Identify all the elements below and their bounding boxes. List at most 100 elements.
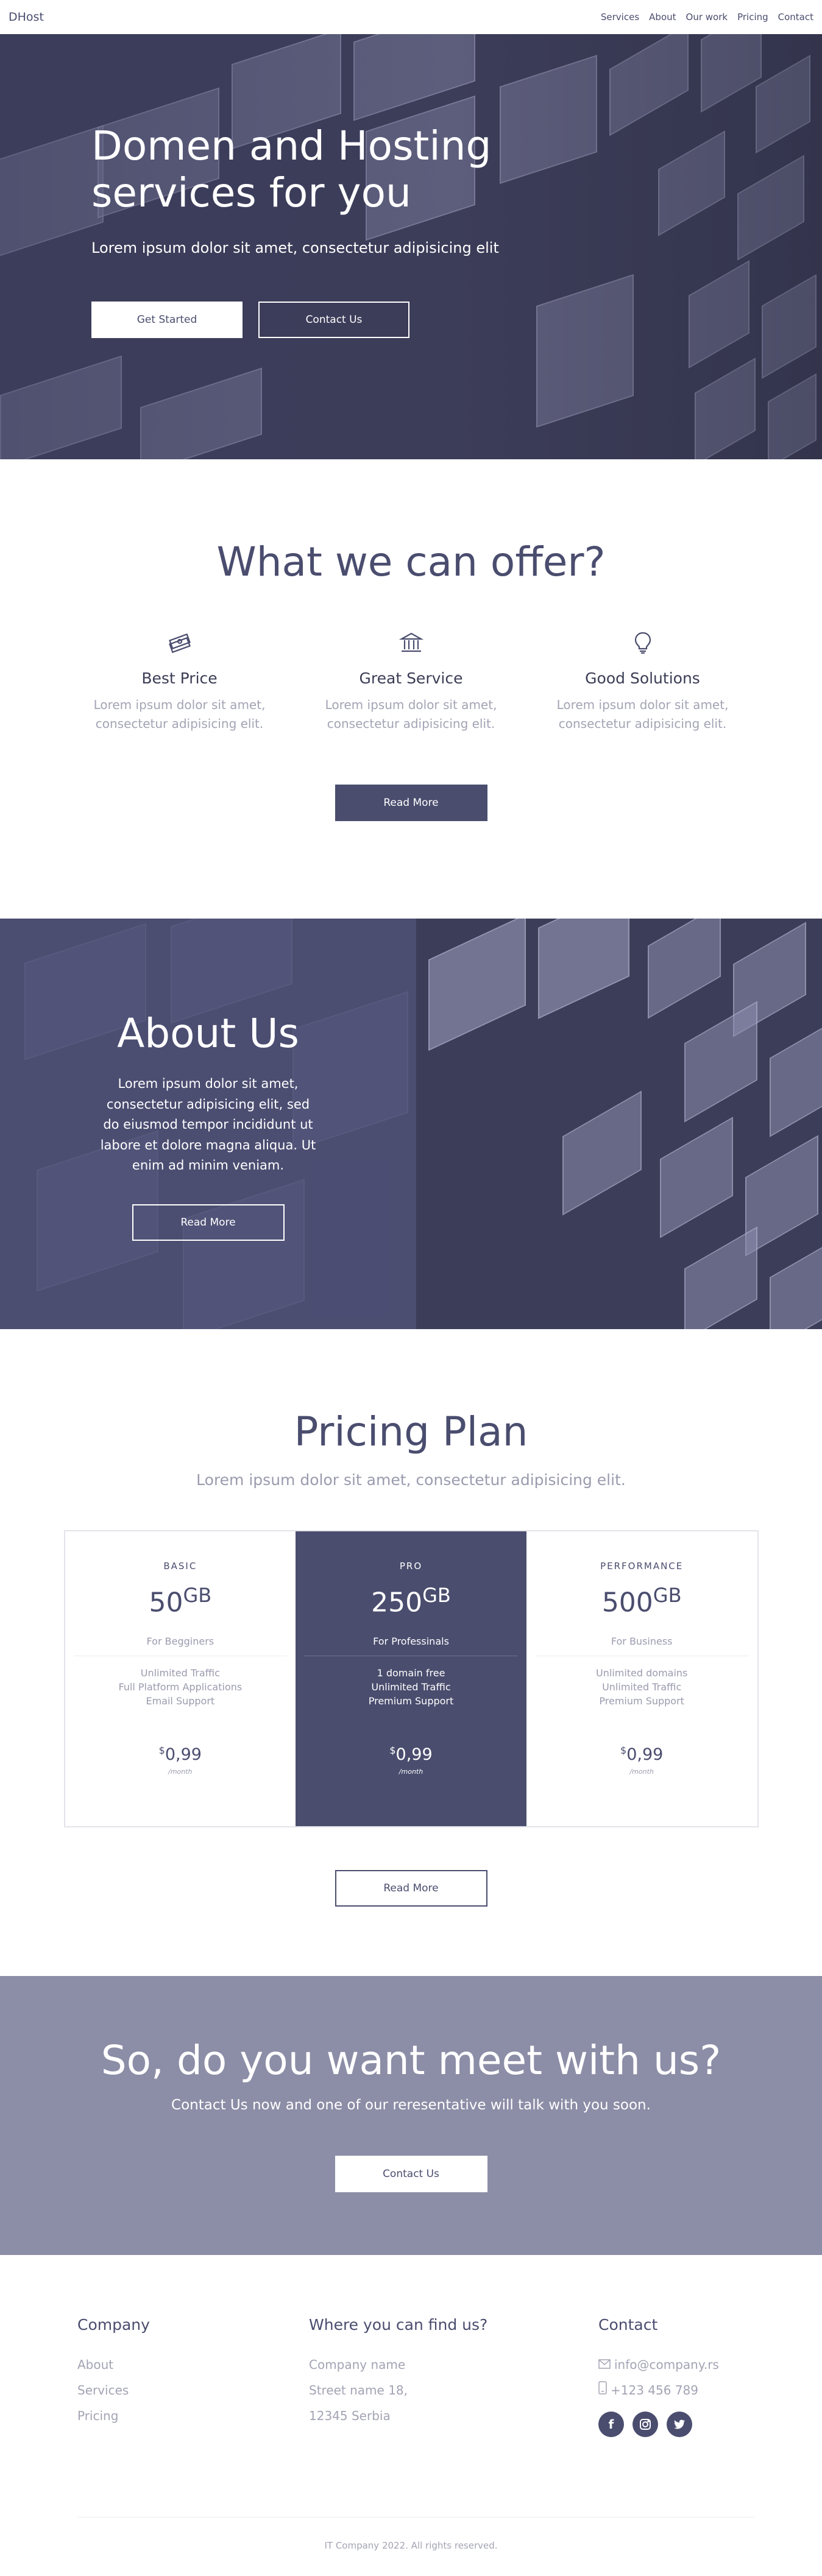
hero-content: Domen and Hosting services for you Lorem…	[91, 122, 554, 339]
feature-text: Lorem ipsum dolor sit amet, consectetur …	[93, 697, 266, 731]
pricing-read-more-button[interactable]: Read More	[335, 1870, 487, 1907]
nav-link-pricing[interactable]: Pricing	[737, 12, 768, 23]
plan-price: $0,99	[389, 1745, 433, 1765]
address-line: 12345 Serbia	[309, 2408, 391, 2423]
about-bg-pane	[538, 919, 629, 1019]
feature-title: Best Price	[141, 669, 218, 687]
footer-heading: Contact	[598, 2316, 658, 2334]
plan-features: Unlimited domains Unlimited Traffic Prem…	[526, 1666, 757, 1709]
email-address: info@company.rs	[614, 2357, 719, 2372]
about-section: About Us Lorem ipsum dolor sit amet, con…	[0, 919, 822, 1329]
feature-card: Best Price Lorem ipsum dolor sit amet, c…	[64, 628, 296, 733]
plan-name: PRO	[399, 1561, 423, 1572]
about-bg-pane	[684, 1226, 757, 1329]
plan-features: 1 domain free Unlimited Traffic Premium …	[296, 1666, 526, 1709]
plan-storage: 250GB	[371, 1584, 451, 1618]
plan-feature: Email Support	[146, 1695, 215, 1707]
about-content: About Us Lorem ipsum dolor sit amet, con…	[0, 1010, 416, 1241]
pricing-section: Pricing Plan Lorem ipsum dolor sit amet,…	[0, 1329, 822, 1976]
cta-subtitle: Contact Us now and one of our reresentat…	[171, 2097, 651, 2113]
phone-row[interactable]: +123 456 789	[598, 2377, 719, 2403]
plan-storage: 500GB	[601, 1584, 682, 1618]
about-bg-pane	[562, 1090, 642, 1216]
feature-text: Lorem ipsum dolor sit amet, consectetur …	[325, 697, 497, 731]
plan-period: /month	[629, 1768, 654, 1776]
about-bg-pane	[684, 1001, 757, 1123]
footer: Company About Services Pricing Where you…	[0, 2255, 822, 2576]
plan-audience: For Begginers	[73, 1636, 288, 1656]
social-links: f	[598, 2412, 719, 2437]
footer-columns: Company About Services Pricing Where you…	[77, 2316, 761, 2437]
cta-contact-button[interactable]: Contact Us	[335, 2156, 487, 2192]
envelope-icon	[598, 2352, 611, 2377]
plan-price: $0,99	[620, 1745, 664, 1765]
nav-link-about[interactable]: About	[649, 12, 676, 23]
about-image	[416, 919, 822, 1329]
plan-feature: 1 domain free	[377, 1667, 445, 1679]
address-line: Company name	[309, 2357, 406, 2372]
footer-heading: Where you can find us?	[309, 2316, 488, 2334]
plan-feature: Premium Support	[599, 1695, 684, 1707]
instagram-icon[interactable]	[632, 2412, 658, 2437]
plan-feature: Unlimited domains	[595, 1667, 688, 1679]
plan-feature: Premium Support	[368, 1695, 454, 1707]
brand-logo[interactable]: DHost	[9, 10, 44, 24]
plan-period: /month	[168, 1768, 193, 1776]
nav-link-services[interactable]: Services	[601, 12, 639, 23]
plan-card-pro[interactable]: PRO 250GB For Professinals 1 domain free…	[296, 1531, 526, 1826]
facebook-icon[interactable]: f	[598, 2412, 624, 2437]
get-started-button[interactable]: Get Started	[91, 302, 243, 339]
bank-icon	[399, 628, 424, 657]
about-bg-pane	[428, 919, 526, 1051]
plan-feature: Unlimited Traffic	[602, 1681, 682, 1693]
contact-cta-section: So, do you want meet with us? Contact Us…	[0, 1976, 822, 2255]
about-bg-pane	[770, 1242, 822, 1329]
plan-name: PERFORMANCE	[600, 1561, 684, 1572]
about-bg-pane	[770, 1023, 822, 1137]
copyright-text: IT Company 2022. All rights reserved.	[324, 2540, 498, 2551]
plan-feature: Unlimited Traffic	[140, 1667, 220, 1679]
about-bg-pane	[660, 1117, 733, 1238]
footer-divider	[77, 2517, 755, 2518]
feature-title: Great Service	[359, 669, 463, 687]
plan-audience: For Business	[534, 1636, 749, 1656]
features-row: Best Price Lorem ipsum dolor sit amet, c…	[0, 628, 822, 733]
footer-company-column: Company About Services Pricing	[77, 2316, 309, 2437]
feature-title: Good Solutions	[585, 669, 700, 687]
hero-title: Domen and Hosting services for you	[91, 122, 492, 217]
email-row[interactable]: info@company.rs	[598, 2352, 719, 2377]
contact-us-button[interactable]: Contact Us	[258, 302, 409, 339]
nav-links: Services About Our work Pricing Contact	[601, 12, 813, 23]
hero-section: Domen and Hosting services for you Lorem…	[0, 34, 822, 459]
offer-title: What we can offer?	[216, 538, 606, 585]
twitter-icon[interactable]	[667, 2412, 692, 2437]
hero-subtitle: Lorem ipsum dolor sit amet, consectetur …	[91, 239, 499, 257]
plan-storage: 50GB	[149, 1584, 212, 1618]
footer-link-services[interactable]: Services	[77, 2377, 129, 2403]
pricing-plans: BASIC 50GB For Begginers Unlimited Traff…	[63, 1530, 759, 1827]
hero-buttons: Get Started Contact Us	[91, 302, 554, 339]
footer-link-pricing[interactable]: Pricing	[77, 2403, 118, 2429]
footer-link-about[interactable]: About	[77, 2352, 113, 2377]
plan-card-basic[interactable]: BASIC 50GB For Begginers Unlimited Traff…	[65, 1531, 296, 1826]
about-panel: About Us Lorem ipsum dolor sit amet, con…	[0, 919, 416, 1329]
read-more-button[interactable]: Read More	[335, 785, 487, 821]
pricing-title: Pricing Plan	[294, 1408, 528, 1455]
plan-name: BASIC	[163, 1561, 197, 1572]
offer-section: What we can offer? Best Price Lorem ipsu…	[0, 459, 822, 919]
nav-link-our-work[interactable]: Our work	[686, 12, 728, 23]
plan-price: $0,99	[158, 1745, 202, 1765]
money-icon	[167, 628, 193, 657]
plan-features: Unlimited Traffic Full Platform Applicat…	[65, 1666, 296, 1709]
feature-card: Great Service Lorem ipsum dolor sit amet…	[296, 628, 527, 733]
nav-link-contact[interactable]: Contact	[778, 12, 813, 23]
plan-feature: Full Platform Applications	[118, 1681, 243, 1693]
plan-card-performance[interactable]: PERFORMANCE 500GB For Business Unlimited…	[526, 1531, 757, 1826]
plan-audience: For Professinals	[304, 1636, 518, 1656]
top-nav: DHost Services About Our work Pricing Co…	[0, 0, 822, 34]
about-read-more-button[interactable]: Read More	[132, 1204, 285, 1241]
about-bg-pane	[648, 919, 721, 1019]
footer-location-column: Where you can find us? Company name Stre…	[309, 2316, 598, 2437]
address-line: Street name 18,	[309, 2383, 408, 2398]
plan-feature: Unlimited Traffic	[371, 1681, 451, 1693]
